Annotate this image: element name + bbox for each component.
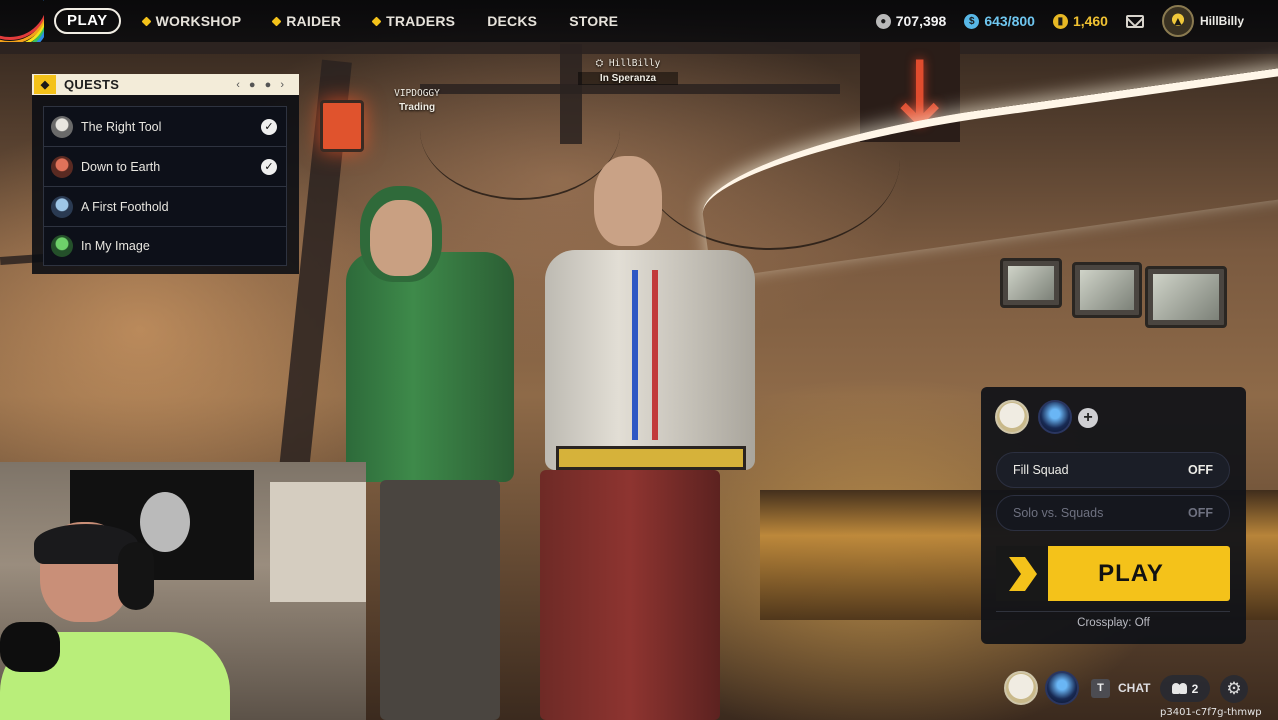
build-version: p3401-c7f7g-thmwp: [1160, 707, 1262, 718]
quest-name: In My Image: [81, 239, 150, 253]
nav-label: TRADERS: [386, 13, 456, 29]
nav-raider[interactable]: RAIDER: [271, 13, 342, 29]
coins-stat[interactable]: ● 707,398: [875, 13, 947, 29]
crossplay-status[interactable]: Crossplay: Off: [981, 617, 1246, 629]
coins-value: 707,398: [895, 13, 947, 29]
tv-monitor: [1000, 258, 1062, 308]
toggle-value: OFF: [1188, 463, 1213, 477]
nav-play[interactable]: PLAY: [54, 8, 121, 34]
currency-bar: ● 707,398 $643/800 ▮ 1,460 ▲ HillBilly: [875, 0, 1278, 42]
microphone: [0, 622, 60, 672]
nav-decks[interactable]: DECKS: [487, 13, 537, 29]
add-squad-member-button[interactable]: +: [1078, 408, 1098, 428]
quest-giver-avatar: [51, 235, 73, 257]
nameplate-status: In Speranza: [578, 72, 678, 85]
character-legs: [540, 470, 720, 720]
red-lamp: [320, 100, 364, 152]
nav-label: DECKS: [487, 13, 538, 29]
main-nav: PLAY WORKSHOP RAIDER TRADERS DECKS STORE: [54, 8, 650, 34]
squad-member-avatar[interactable]: [1038, 400, 1072, 434]
diamond-icon: [371, 16, 382, 26]
character-belt: [556, 446, 746, 470]
rainbow-logo: [0, 0, 44, 42]
play-chevron-icon: [996, 546, 1048, 601]
quest-giver-avatar: [51, 195, 73, 218]
checkmark-icon: ✓: [261, 118, 277, 135]
headset: [118, 542, 154, 610]
gold-coin-icon: ▮: [1052, 13, 1068, 29]
player-badge-avatar[interactable]: [1004, 671, 1038, 705]
quests-pager[interactable]: ‹ ● ● ›: [236, 79, 287, 91]
wall-shelf: [270, 482, 366, 602]
nameplate-player2: VIPDOGGY Trading: [376, 88, 458, 113]
quest-giver-avatar: [51, 115, 73, 138]
coin-icon: ●: [875, 13, 891, 29]
play-button[interactable]: PLAY: [996, 546, 1230, 601]
girder: [0, 40, 1278, 54]
nameplate-player1: ⛭ HillBilly In Speranza: [578, 58, 678, 85]
quest-giver-avatar: [51, 155, 73, 178]
fill-squad-toggle[interactable]: Fill Squad OFF: [996, 452, 1230, 488]
diamond-icon: [141, 16, 152, 26]
quest-diamond-icon: ◆: [34, 75, 56, 94]
quest-name: Down to Earth: [81, 159, 161, 174]
nav-label: WORKSHOP: [155, 13, 242, 29]
quests-header: ◆ QUESTS ‹ ● ● ›: [32, 74, 299, 95]
people-icon: [1171, 683, 1188, 694]
toggle-label: Fill Squad: [1013, 463, 1069, 477]
divider: [996, 611, 1230, 612]
diamond-icon: [271, 16, 282, 26]
squad-panel: + Fill Squad OFF Solo vs. Squads OFF PLA…: [981, 387, 1246, 644]
player-badge-icon: ⛭: [595, 58, 604, 69]
chat-key-hint: T: [1091, 679, 1110, 698]
toggle-label: Solo vs. Squads: [1013, 506, 1104, 520]
gold-value: 1,460: [1072, 13, 1108, 29]
friends-button[interactable]: 2: [1160, 675, 1210, 702]
nav-label: STORE: [569, 13, 619, 29]
energy-stat[interactable]: $643/800: [964, 13, 1035, 29]
tv-monitor: [1145, 266, 1227, 328]
jacket-stripe: [632, 270, 638, 440]
nameplate-status: Trading: [398, 102, 436, 113]
player-badge-avatar[interactable]: [995, 400, 1029, 434]
checkmark-icon: ✓: [261, 158, 277, 175]
character-legs: [380, 480, 500, 720]
quest-name: A First Foothold: [81, 199, 169, 214]
nameplate-name: HillBilly: [608, 58, 661, 69]
energy-value: 643/800: [984, 13, 1035, 29]
nav-traders[interactable]: TRADERS: [371, 13, 456, 29]
tv-monitor: [1072, 262, 1142, 318]
jacket-stripe: [652, 270, 658, 440]
quest-name: The Right Tool: [81, 119, 162, 134]
play-label: PLAY: [1098, 559, 1164, 587]
squad-member-avatar[interactable]: [1045, 671, 1079, 705]
quests-panel: ◆ QUESTS ‹ ● ● › The Right Tool ✓ Down t…: [32, 74, 299, 274]
character-torso: [545, 250, 755, 470]
character-torso: [346, 252, 514, 482]
solo-vs-squads-toggle[interactable]: Solo vs. Squads OFF: [996, 495, 1230, 531]
gear-icon[interactable]: ⚙: [1220, 675, 1248, 703]
nav-store[interactable]: STORE: [569, 13, 618, 29]
character-head: [594, 156, 662, 246]
quest-item[interactable]: The Right Tool ✓: [43, 106, 287, 146]
chat-button[interactable]: CHAT: [1118, 681, 1150, 695]
gold-stat[interactable]: ▮ 1,460: [1052, 13, 1108, 29]
webcam-overlay: [0, 462, 366, 720]
quest-list: The Right Tool ✓ Down to Earth ✓ A First…: [43, 106, 287, 266]
nav-workshop[interactable]: WORKSHOP: [141, 13, 242, 29]
quests-title: QUESTS: [64, 77, 120, 92]
profile-avatar[interactable]: ▲: [1161, 5, 1194, 37]
toggle-value: OFF: [1188, 506, 1213, 520]
top-nav-bar: PLAY WORKSHOP RAIDER TRADERS DECKS STORE…: [0, 0, 1278, 42]
character-head: [370, 200, 432, 276]
energy-icon: $: [964, 13, 980, 29]
quest-item[interactable]: Down to Earth ✓: [43, 146, 287, 186]
quest-item[interactable]: In My Image: [43, 226, 287, 266]
username[interactable]: HillBilly: [1200, 14, 1244, 28]
nav-label: RAIDER: [286, 13, 342, 29]
quest-item[interactable]: A First Foothold: [43, 186, 287, 226]
mail-icon[interactable]: [1125, 14, 1144, 28]
friends-count: 2: [1191, 681, 1199, 696]
nameplate-name: VIPDOGGY: [394, 88, 440, 99]
